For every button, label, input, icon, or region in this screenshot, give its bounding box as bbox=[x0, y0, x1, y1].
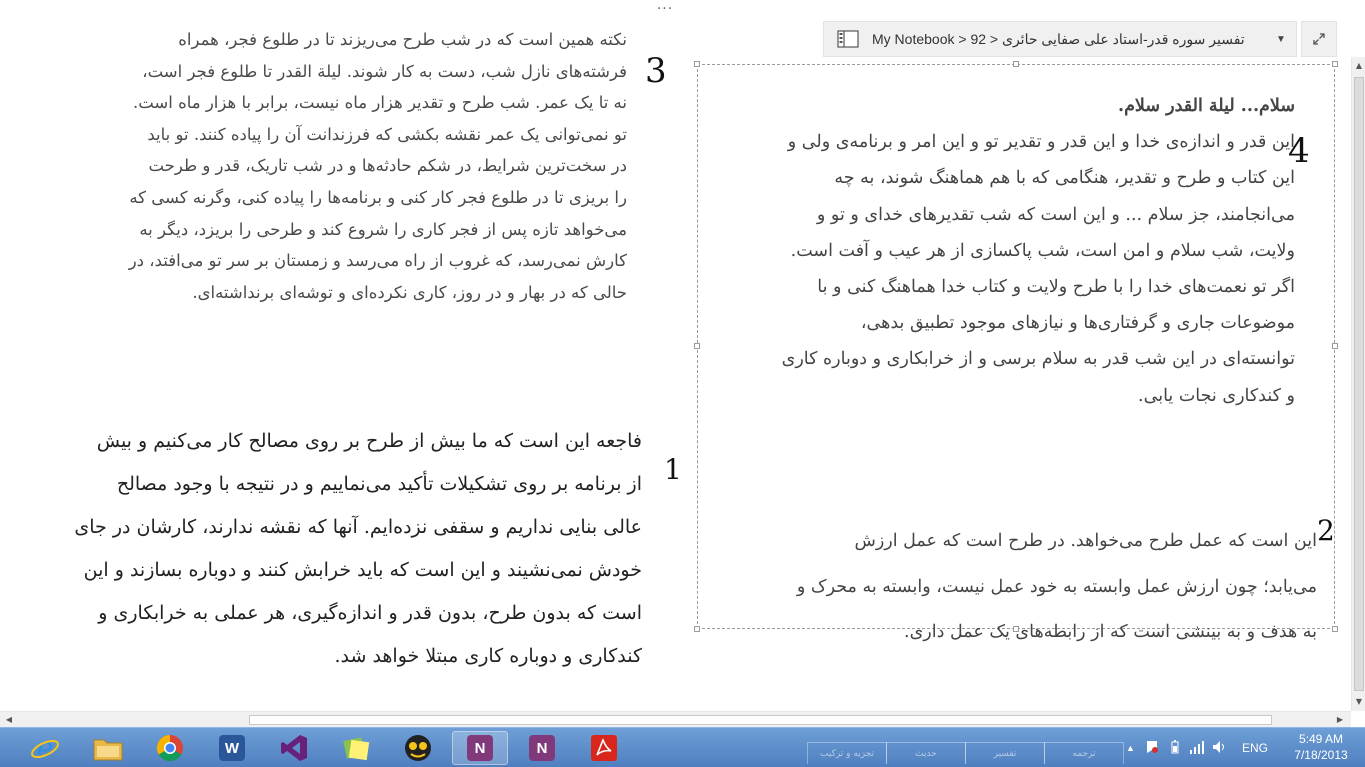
resize-handle[interactable] bbox=[694, 61, 700, 67]
text-block-3: نکته همین است که در شب طرح می‌ریزند تا د… bbox=[82, 24, 627, 308]
text-block-2[interactable]: این است که عمل طرح می‌خواهد. در طرح است … bbox=[712, 519, 1317, 656]
onenote-icon: N bbox=[467, 735, 493, 761]
system-clock[interactable]: 5:49 AM 7/18/2013 bbox=[1283, 731, 1359, 763]
svg-text:e: e bbox=[37, 732, 54, 764]
resize-handle[interactable] bbox=[1013, 61, 1019, 67]
horizontal-scrollbar[interactable]: ◀ ▶ bbox=[0, 711, 1351, 727]
text-line: و کندکاری نجات یابی. bbox=[1138, 385, 1295, 406]
notebook-icon bbox=[836, 30, 860, 48]
scroll-down-icon[interactable]: ▼ bbox=[1352, 695, 1365, 709]
text-line: می‌یابد؛ چون ارزش عمل وابسته به خود عمل … bbox=[796, 576, 1317, 597]
text-line: این کتاب و طرح و تقدیر، هنگامی که با هم … bbox=[834, 168, 1295, 189]
text-line: نکته همین است که در شب طرح می‌ریزند تا د… bbox=[178, 30, 627, 49]
text-line: به هدف و به بینشی است که از رابطه‌های یک… bbox=[904, 622, 1317, 642]
text-line: از برنامه بر روی تشکیلات تأکید می‌نماییم… bbox=[116, 473, 642, 495]
resize-handle[interactable] bbox=[1332, 626, 1338, 632]
text-line: موضوعات جاری و گرفتاری‌ها و نیازهای موجو… bbox=[860, 313, 1295, 334]
text-line: اگر تو نعمت‌های خدا را با طرح ولایت و کت… bbox=[817, 277, 1295, 298]
text-line: کارش نمی‌رسد، که غروب از راه می‌رسد و زم… bbox=[128, 251, 627, 271]
tab-label[interactable]: تفسیر bbox=[965, 742, 1045, 764]
taskbar: e W N N تجزیه و ترکیب حدیث تفسیر ترجمه ▲… bbox=[0, 727, 1365, 767]
scrollbar-thumb[interactable] bbox=[249, 715, 1272, 725]
taskbar-app-media[interactable] bbox=[390, 731, 446, 765]
taskbar-app-word[interactable]: W bbox=[204, 731, 260, 765]
text-line: در سخت‌ترین شرایط، در شکم حادثه‌ها و در … bbox=[148, 156, 627, 176]
onenote-clip-icon: N bbox=[529, 735, 555, 761]
resize-handle[interactable] bbox=[1332, 343, 1338, 349]
text-block-4[interactable]: سلام... لیلة القدر سلام. این قدر و انداز… bbox=[718, 88, 1295, 414]
text-line: ولایت، شب سلام و امن است، شب پاکسازی از … bbox=[790, 240, 1295, 261]
text-line: نه تا یک عمر. شب طرح و تقدیر هزار ماه نی… bbox=[132, 93, 627, 113]
chrome-icon bbox=[156, 734, 183, 762]
text-line: حالی که در بهار و در روز، کاری نکرده‌ای … bbox=[192, 282, 627, 302]
word-icon: W bbox=[219, 735, 245, 761]
text-line: فرشته‌های نازل شب، دست به کار شوند. لیلة… bbox=[142, 61, 627, 81]
scrollbar-thumb[interactable] bbox=[1354, 77, 1364, 691]
power-icon[interactable] bbox=[1164, 739, 1186, 757]
tray-icons: ▲ ENG bbox=[1126, 728, 1268, 767]
ie-icon: e bbox=[31, 732, 59, 764]
faded-toolbar-tabs: تجزیه و ترکیب حدیث تفسیر ترجمه bbox=[807, 742, 1124, 766]
show-hidden-icons-icon[interactable]: ▲ bbox=[1126, 743, 1140, 753]
text-line: این است که عمل طرح می‌خواهد. در طرح است … bbox=[854, 531, 1317, 551]
more-options-ellipsis[interactable]: ... bbox=[652, 0, 678, 14]
scroll-up-icon[interactable]: ▲ bbox=[1352, 59, 1365, 73]
network-icon[interactable] bbox=[1186, 740, 1208, 757]
clock-date: 7/18/2013 bbox=[1294, 748, 1348, 762]
chevron-down-icon[interactable]: ▼ bbox=[1266, 34, 1296, 45]
folder-icon bbox=[93, 739, 123, 761]
visual-studio-icon bbox=[281, 735, 307, 761]
section-number-3: 3 bbox=[645, 51, 667, 91]
clock-time: 5:49 AM bbox=[1298, 732, 1344, 746]
section-number-2: 2 bbox=[1317, 514, 1335, 547]
vertical-scrollbar[interactable]: ▲ ▼ bbox=[1351, 57, 1365, 711]
acrobat-icon bbox=[591, 735, 617, 761]
action-center-icon[interactable] bbox=[1140, 740, 1164, 757]
sticky-notes-icon bbox=[343, 737, 370, 761]
taskbar-app-acrobat[interactable] bbox=[576, 731, 632, 765]
text-line: تو نمی‌توانی یک عمر نقشه بکشی که فرزندان… bbox=[147, 124, 627, 144]
text-block-1: فاجعه این است که ما بیش از طرح بر روی مص… bbox=[70, 420, 642, 678]
section-number-4: 4 bbox=[1288, 131, 1310, 171]
media-player-icon bbox=[405, 735, 431, 761]
text-line: این قدر و اندازه‌ی خدا و این قدر و تقدیر… bbox=[787, 132, 1295, 153]
expand-icon bbox=[1313, 33, 1325, 45]
notebook-breadcrumb[interactable]: تفسیر سوره قدر-استاد علی صفایی حائری < 9… bbox=[823, 21, 1297, 57]
taskbar-app-onenote[interactable]: N bbox=[452, 731, 508, 765]
text-line: را بریزی تا در طلوع فجر کار کنی و برنامه… bbox=[129, 187, 627, 207]
text-line: خودش نمی‌نشیند و این است که باید خرابش ک… bbox=[83, 559, 642, 581]
taskbar-app-sticky[interactable] bbox=[328, 731, 384, 765]
text-line: می‌خواهد تازه پس از فجر کاری را شروع کند… bbox=[139, 219, 627, 239]
tab-label[interactable]: تجزیه و ترکیب bbox=[807, 742, 887, 764]
section-number-1: 1 bbox=[664, 453, 682, 486]
breadcrumb-path[interactable]: تفسیر سوره قدر-استاد علی صفایی حائری < 9… bbox=[872, 31, 1266, 48]
expand-button[interactable] bbox=[1301, 21, 1337, 57]
taskbar-app-explorer[interactable] bbox=[80, 731, 136, 765]
taskbar-app-chrome[interactable] bbox=[142, 731, 198, 765]
tab-label[interactable]: ترجمه bbox=[1044, 742, 1124, 764]
resize-handle[interactable] bbox=[694, 626, 700, 632]
volume-icon[interactable] bbox=[1208, 740, 1232, 757]
language-indicator[interactable]: ENG bbox=[1242, 741, 1268, 755]
taskbar-app-ie[interactable]: e bbox=[17, 731, 73, 765]
text-line: می‌انجامند، جز سلام ... و این است که شب … bbox=[816, 204, 1295, 225]
scroll-right-icon[interactable]: ▶ bbox=[1333, 713, 1347, 727]
section-heading: سلام... لیلة القدر سلام. bbox=[1118, 96, 1295, 116]
text-line: است که بدون طرح، بدون قدر و اندازه‌گیری،… bbox=[98, 602, 642, 624]
taskbar-app-visual-studio[interactable] bbox=[266, 731, 322, 765]
text-line: فاجعه این است که ما بیش از طرح بر روی مص… bbox=[96, 430, 642, 452]
resize-handle[interactable] bbox=[1332, 61, 1338, 67]
scroll-left-icon[interactable]: ◀ bbox=[2, 713, 16, 727]
tab-label[interactable]: حدیث bbox=[886, 742, 966, 764]
text-line: کندکاری و دوباره کاری مبتلا خواهد شد. bbox=[334, 645, 642, 667]
text-line: عالی بنایی نداریم و سقفی نزده‌ایم. آنها … bbox=[74, 516, 642, 538]
taskbar-app-onenote-clipper[interactable]: N bbox=[514, 731, 570, 765]
resize-handle[interactable] bbox=[694, 343, 700, 349]
text-line: توانسته‌ای در این شب قدر به سلام برسی و … bbox=[781, 349, 1295, 370]
